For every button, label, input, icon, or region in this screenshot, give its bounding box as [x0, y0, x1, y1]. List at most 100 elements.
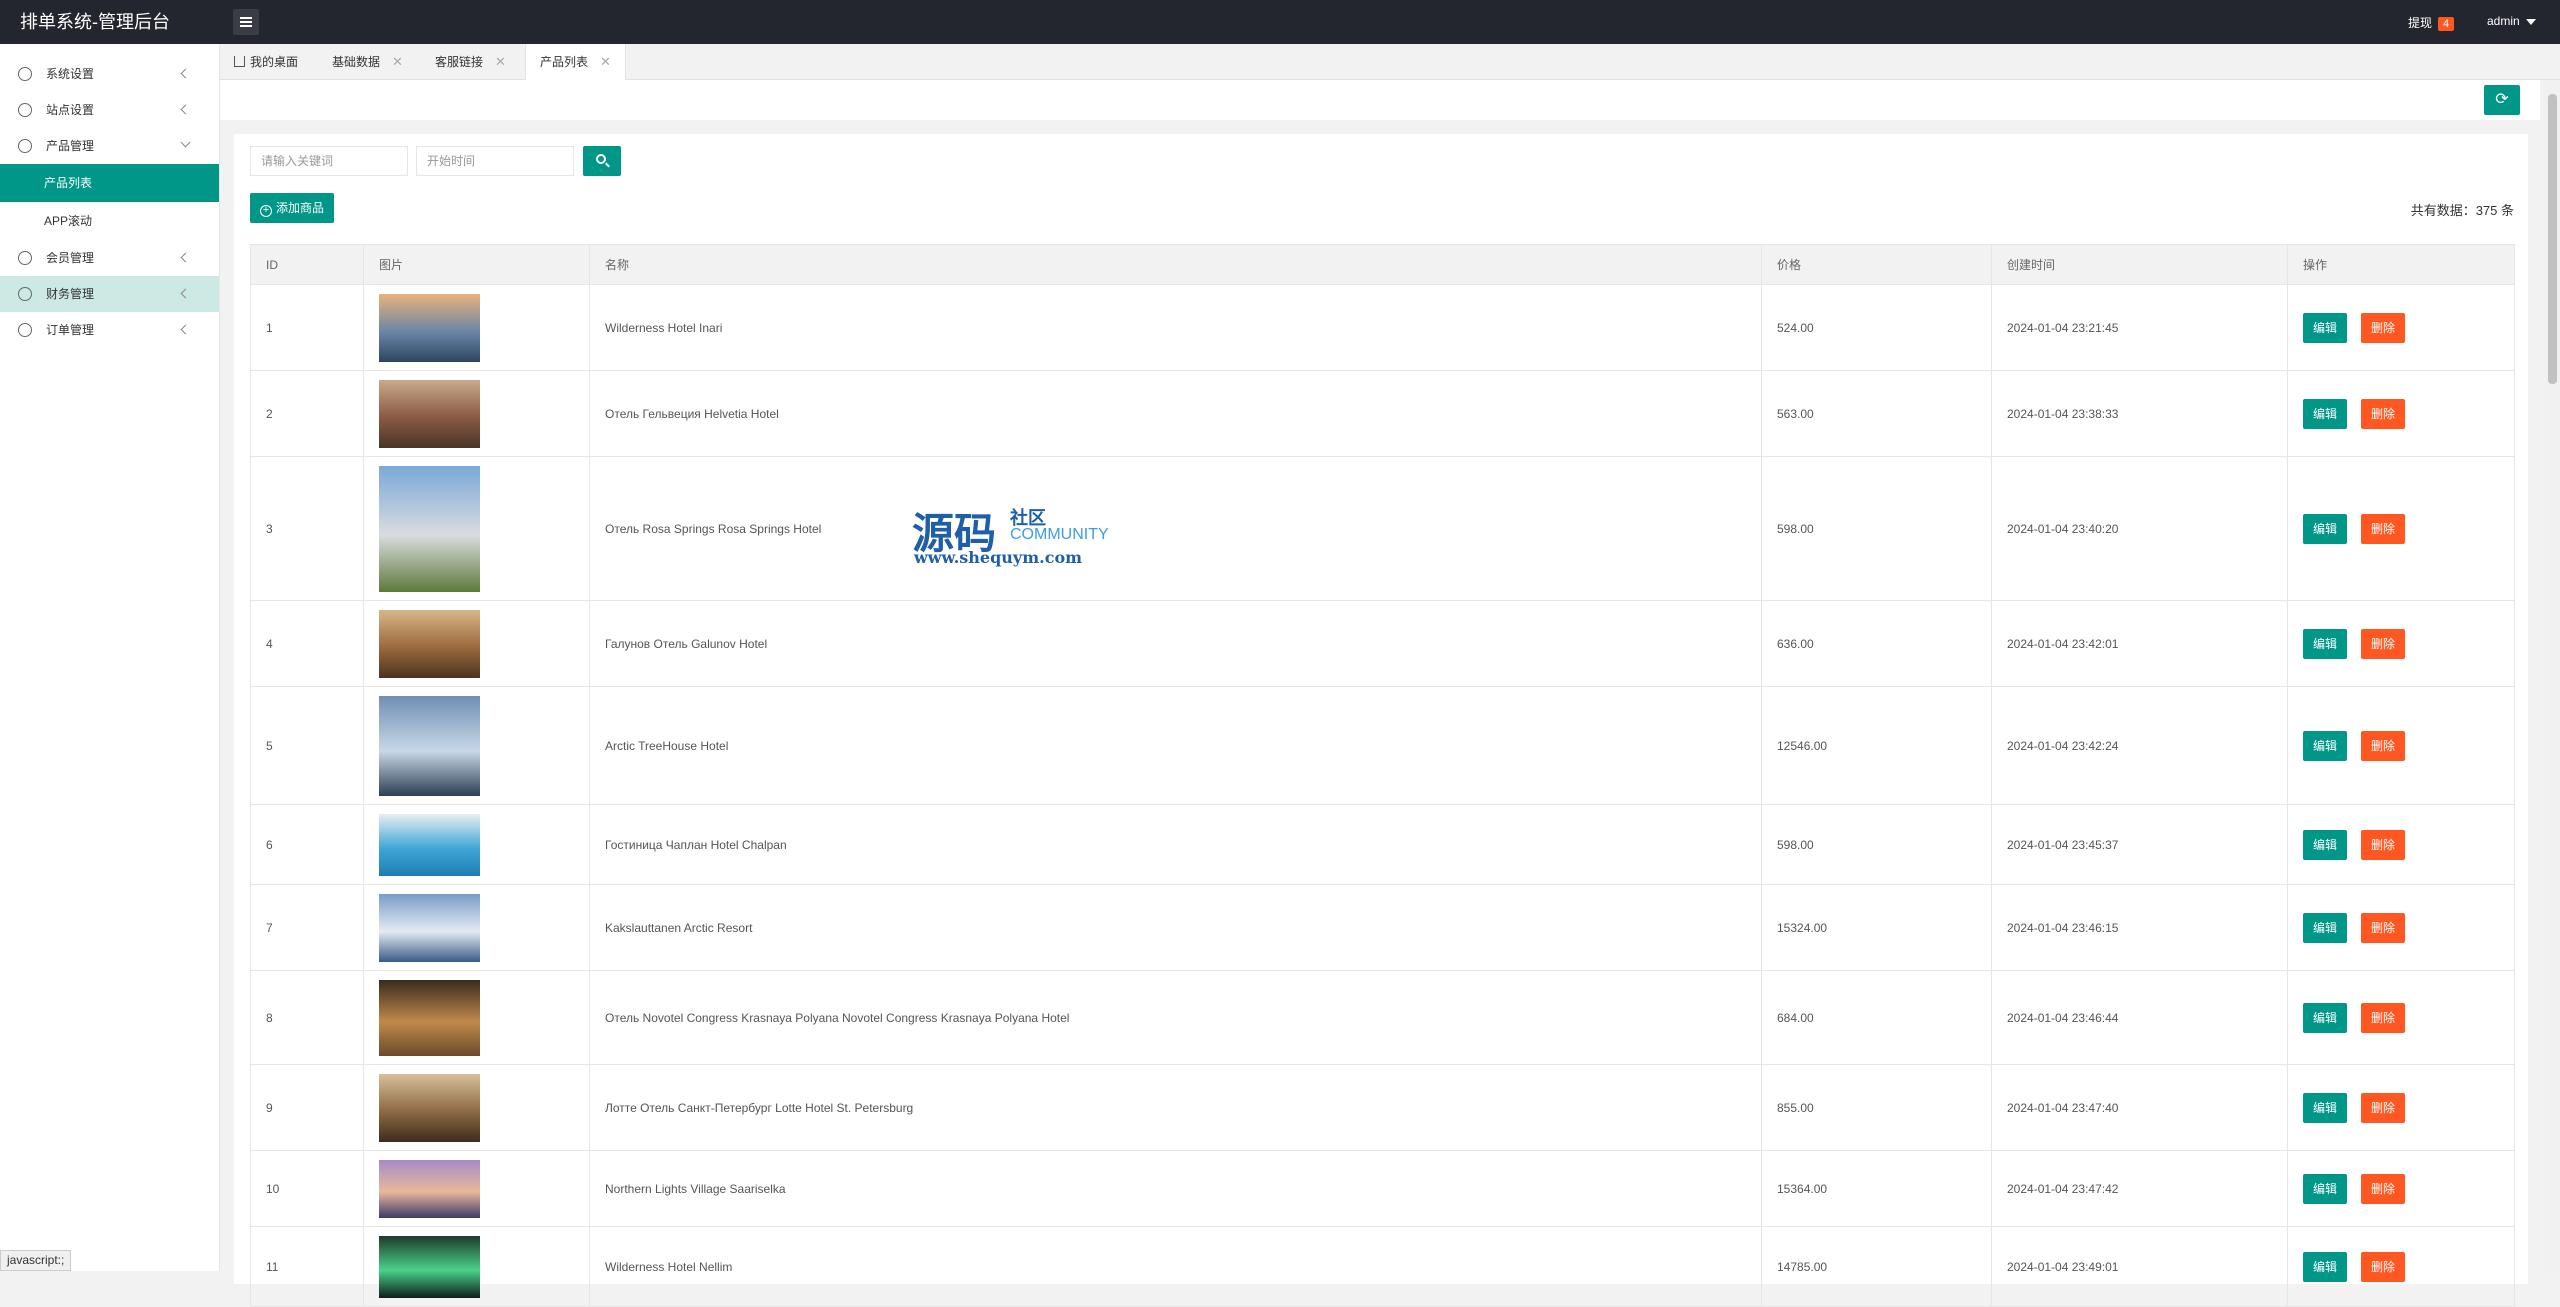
edit-button[interactable]: 编辑	[2303, 829, 2348, 860]
edit-button[interactable]: 编辑	[2303, 1092, 2348, 1123]
cell-created: 2024-01-04 23:45:37	[1991, 804, 2288, 885]
sidebar-item-member-management[interactable]: 会员管理	[0, 240, 219, 276]
vertical-scrollbar[interactable]	[2545, 80, 2560, 1271]
gear-icon	[18, 67, 32, 81]
close-icon[interactable]: ✕	[495, 54, 506, 69]
cell-actions: 编辑 删除	[2287, 370, 2515, 457]
product-thumbnail[interactable]	[379, 695, 480, 796]
table-header-row: ID 图片 名称 价格 创建时间 操作	[250, 244, 2515, 285]
edit-button[interactable]: 编辑	[2303, 730, 2348, 761]
delete-button[interactable]: 删除	[2361, 1251, 2406, 1282]
total-count: 共有数据：375 条	[2410, 203, 2514, 218]
edit-button[interactable]: 编辑	[2303, 912, 2348, 943]
menu-toggle-button[interactable]	[233, 9, 259, 35]
sidebar-item-product-management[interactable]: 产品管理	[0, 128, 219, 164]
edit-button[interactable]: 编辑	[2303, 628, 2348, 659]
product-thumbnail[interactable]	[379, 893, 480, 962]
edit-button[interactable]: 编辑	[2303, 1173, 2348, 1204]
product-thumbnail[interactable]	[379, 609, 480, 678]
product-thumbnail[interactable]	[379, 1159, 480, 1218]
search-button[interactable]	[583, 146, 621, 176]
table-row: 5 Arctic TreeHouse Hotel 12546.00 2024-01-0…	[250, 686, 2515, 805]
product-thumbnail[interactable]	[379, 379, 480, 448]
edit-button[interactable]: 编辑	[2303, 513, 2348, 544]
cell-price: 524.00	[1761, 284, 1992, 371]
chevron-left-icon	[180, 324, 191, 335]
delete-button[interactable]: 删除	[2361, 1173, 2406, 1204]
sidebar-item-system-settings[interactable]: 系统设置	[0, 56, 219, 92]
cell-price: 14785.00	[1761, 1226, 1992, 1307]
cell-image	[363, 884, 590, 971]
sidebar-subitem-product-list[interactable]: 产品列表	[0, 164, 219, 202]
cell-name: Галунов Отель Galunov Hotel	[589, 600, 1762, 687]
delete-button[interactable]: 删除	[2361, 628, 2406, 659]
cell-id: 3	[250, 456, 364, 601]
user-menu[interactable]: admin	[2487, 14, 2536, 28]
product-thumbnail[interactable]	[379, 293, 480, 362]
watermark-community: COMMUNITY	[1010, 526, 1109, 543]
sidebar-subitem-app-scroll[interactable]: APP滚动	[0, 202, 219, 240]
sidebar-item-site-settings[interactable]: 站点设置	[0, 92, 219, 128]
caret-down-icon	[2525, 18, 2536, 25]
table-row: 1 Wilderness Hotel Inari 524.00 2024-01-04 …	[250, 284, 2515, 371]
cell-actions: 编辑 删除	[2287, 284, 2515, 371]
cell-price: 563.00	[1761, 370, 1992, 457]
column-header-price: 价格	[1761, 244, 1992, 285]
add-product-button[interactable]: + 添加商品	[250, 193, 335, 223]
cell-image	[363, 284, 590, 371]
cell-created: 2024-01-04 23:46:15	[1991, 884, 2288, 971]
cube-icon	[18, 139, 32, 153]
delete-button[interactable]: 删除	[2361, 1092, 2406, 1123]
sidebar-item-label: 站点设置	[46, 103, 95, 117]
delete-button[interactable]: 删除	[2361, 398, 2406, 429]
cell-id: 2	[250, 370, 364, 457]
top-header: 排单系统-管理后台 提现 4 admin	[0, 0, 2560, 44]
delete-button[interactable]: 删除	[2361, 312, 2406, 343]
cell-name: Northern Lights Village Saariselka	[589, 1150, 1762, 1227]
sidebar-item-label: 会员管理	[46, 251, 95, 265]
cell-price: 15324.00	[1761, 884, 1992, 971]
product-thumbnail[interactable]	[379, 813, 480, 876]
keyword-search-input[interactable]: 请输入关键词	[250, 146, 408, 176]
main-card: 请输入关键词 开始时间 + 添加商品 共有数据：375 条 ID 图片 名称 价格…	[234, 134, 2528, 1307]
delete-button[interactable]: 删除	[2361, 513, 2406, 544]
cell-id: 9	[250, 1064, 364, 1151]
cell-id: 5	[250, 686, 364, 805]
column-header-actions: 操作	[2287, 244, 2515, 285]
product-thumbnail[interactable]	[379, 465, 480, 592]
cell-name: Гостиница Чаплан Hotel Chalpan	[589, 804, 1762, 885]
product-thumbnail[interactable]	[379, 1235, 480, 1298]
chevron-left-icon	[180, 68, 191, 79]
sidebar-item-finance-management[interactable]: 财务管理	[0, 276, 219, 312]
table-row: 3 Отель Rosa Springs Rosa Springs Hotel 59…	[250, 456, 2515, 601]
close-icon[interactable]: ✕	[392, 54, 403, 69]
delete-button[interactable]: 删除	[2361, 829, 2406, 860]
product-thumbnail[interactable]	[379, 1073, 480, 1142]
edit-button[interactable]: 编辑	[2303, 398, 2348, 429]
tab-my-desktop[interactable]: 我的桌面	[220, 44, 312, 80]
withdraw-link[interactable]: 提现 4	[2408, 14, 2455, 31]
refresh-icon: ⟳	[2495, 91, 2509, 108]
scrollbar-thumb[interactable]	[2548, 94, 2557, 384]
cell-price: 855.00	[1761, 1064, 1992, 1151]
delete-button[interactable]: 删除	[2361, 1002, 2406, 1033]
delete-button[interactable]: 删除	[2361, 730, 2406, 761]
watermark-logo: 源码 社区 COMMUNITY www.shequym.com	[912, 500, 1132, 570]
delete-button[interactable]: 删除	[2361, 912, 2406, 943]
cell-name: Wilderness Hotel Nellim	[589, 1226, 1762, 1307]
sidebar-item-label: 财务管理	[46, 287, 95, 301]
tab-service-links[interactable]: 客服链接 ✕	[421, 44, 520, 80]
tab-label: 基础数据	[332, 55, 381, 69]
start-date-input[interactable]: 开始时间	[416, 146, 574, 176]
close-icon[interactable]: ✕	[600, 54, 611, 69]
tab-product-list[interactable]: 产品列表 ✕	[525, 44, 626, 81]
edit-button[interactable]: 编辑	[2303, 1002, 2348, 1033]
edit-button[interactable]: 编辑	[2303, 1251, 2348, 1282]
refresh-button[interactable]: ⟳	[2484, 85, 2520, 115]
user-name: admin	[2487, 14, 2520, 28]
user-icon	[18, 251, 32, 265]
edit-button[interactable]: 编辑	[2303, 312, 2348, 343]
sidebar-item-order-management[interactable]: 订单管理	[0, 312, 219, 348]
product-thumbnail[interactable]	[379, 979, 480, 1056]
tab-basic-data[interactable]: 基础数据 ✕	[318, 44, 417, 80]
